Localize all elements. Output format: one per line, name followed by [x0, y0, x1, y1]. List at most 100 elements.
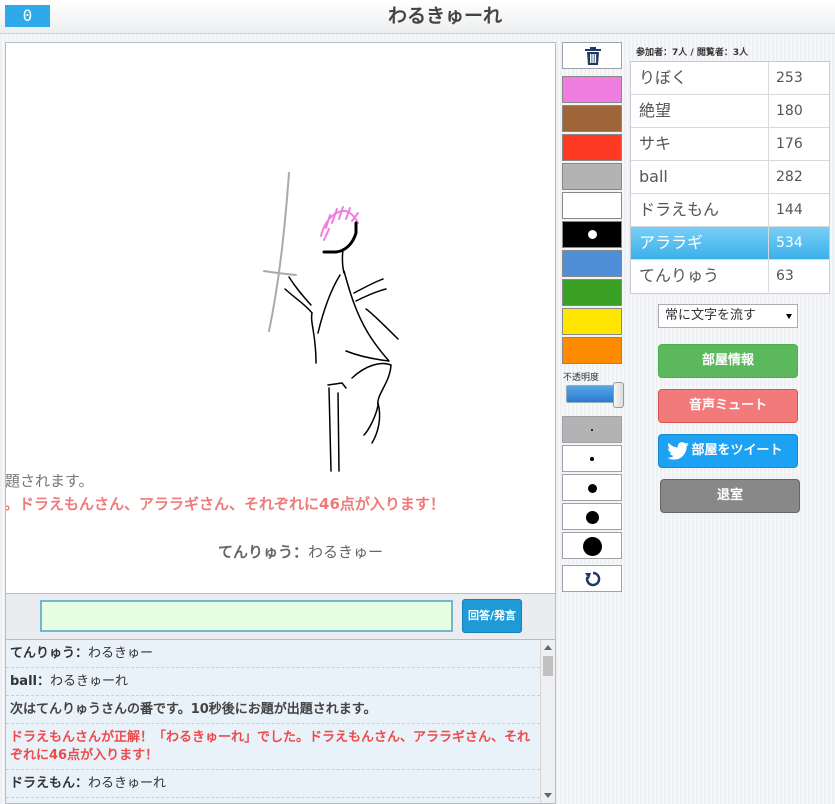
player-name: てんりゅう — [639, 266, 720, 285]
player-row: アララギ 534 — [631, 227, 829, 260]
player-name: りぼく — [639, 68, 688, 87]
stroke-body — [310, 270, 390, 364]
stroke-leg-right — [371, 402, 381, 444]
player-points: 282 — [768, 161, 830, 193]
answer-bar: 回答/発言 — [5, 594, 556, 640]
selected-indicator-icon — [588, 230, 597, 239]
player-name: 絶望 — [639, 101, 672, 120]
player-row: ball 282 — [631, 161, 829, 194]
brush-size-button[interactable] — [562, 416, 622, 443]
chat-log[interactable]: てんりゅう：わるきゅー ball：わるきゅーれ 次はてんりゅうさんの番です。10秒後… — [5, 640, 556, 804]
flowing-message-text: わるきゅー — [308, 543, 384, 561]
flowing-message-name: てんりゅう： — [218, 543, 309, 561]
stroke-gray-cross — [263, 270, 297, 276]
color-swatch[interactable] — [562, 337, 622, 364]
stroke-arm-left — [284, 276, 313, 314]
player-row: サキ 176 — [631, 128, 829, 161]
flowing-message-chat: てんりゅう：わるきゅー — [218, 541, 383, 562]
player-row: 絶望 180 — [631, 95, 829, 128]
answer-input[interactable] — [40, 600, 453, 632]
leave-room-button[interactable]: 退室 — [660, 479, 800, 513]
chat-message-text: わるきゅーれ — [88, 776, 167, 791]
participants-count: 参加者：7人 / 閲覧者：3人 — [636, 48, 749, 58]
chevron-down-icon — [786, 314, 792, 319]
stroke-skirt — [351, 362, 392, 436]
brush-size-button[interactable] — [562, 532, 622, 559]
color-swatch[interactable] — [562, 76, 622, 103]
brush-size-button[interactable] — [562, 474, 622, 501]
color-swatch[interactable] — [562, 192, 622, 219]
brush-dot-icon — [591, 429, 593, 431]
stroke-head — [322, 221, 358, 254]
player-points: 176 — [768, 128, 830, 160]
chat-list: てんりゅう：わるきゅー ball：わるきゅーれ 次はてんりゅうさんの番です。10秒後… — [6, 640, 555, 798]
stroke-gray-pole — [268, 172, 290, 332]
undo-button[interactable] — [562, 565, 622, 592]
color-swatch[interactable] — [562, 163, 622, 190]
color-swatch[interactable] — [562, 105, 622, 132]
tweet-room-button[interactable]: 部屋をツイート — [658, 434, 798, 468]
brush-size-button[interactable] — [562, 503, 622, 530]
text-scroll-select-value: 常に文字を流す — [665, 308, 757, 323]
color-swatch[interactable] — [562, 279, 622, 306]
player-name: サキ — [639, 134, 672, 153]
undo-icon — [585, 571, 601, 587]
chat-message-text: わるきゅーれ — [50, 674, 129, 689]
chat-message-author: ball： — [10, 674, 50, 689]
player-row: てんりゅう 63 — [631, 260, 829, 293]
stroke-neck — [341, 248, 345, 274]
player-row: ドラえもん 144 — [631, 194, 829, 227]
stroke-legs — [327, 382, 347, 472]
player-points: 534 — [768, 227, 830, 259]
color-swatch[interactable] — [562, 250, 622, 277]
drawing-canvas[interactable]: 題されます。 。ドラえもんさん、アララギさん、それぞれに46点が入ります！ てん… — [5, 42, 556, 594]
chat-message: てんりゅう：わるきゅー — [6, 640, 540, 668]
player-name: ball — [639, 167, 668, 186]
scroll-down-arrow-icon[interactable] — [544, 793, 552, 798]
chat-message-text: ドラえもんさんが正解！「わるきゅーれ」でした。ドラえもんさん、アララギさん、それ… — [10, 730, 531, 763]
twitter-bird-icon — [667, 442, 689, 460]
player-name: ドラえもん — [639, 200, 720, 219]
answer-submit-button[interactable]: 回答/発言 — [462, 599, 522, 633]
chat-message: ドラえもん：わるきゅーれ — [6, 770, 540, 798]
opacity-slider[interactable] — [566, 382, 624, 408]
brush-size-button[interactable] — [562, 445, 622, 472]
trash-icon — [585, 47, 601, 65]
color-swatch[interactable] — [562, 134, 622, 161]
chat-message-author: てんりゅう： — [10, 646, 89, 661]
scroll-up-arrow-icon[interactable] — [544, 645, 552, 650]
chat-scrollbar[interactable] — [540, 640, 555, 803]
brush-dot-icon — [585, 510, 599, 524]
opacity-slider-thumb[interactable] — [613, 382, 624, 408]
mute-button[interactable]: 音声ミュート — [658, 389, 798, 423]
chat-message-text: わるきゅー — [88, 646, 154, 661]
top-bar: 0 わるきゅーれ — [0, 0, 835, 34]
player-points: 63 — [768, 260, 830, 292]
scoreboard: りぼく 253 絶望 180 サキ 176 ball 282 ドラえもん 144 アララギ 534 てん… — [630, 61, 830, 294]
color-swatch[interactable] — [562, 308, 622, 335]
player-row: りぼく 253 — [631, 62, 829, 95]
stroke-arm-right — [353, 278, 399, 340]
chat-message-author: ドラえもん： — [10, 776, 89, 791]
brush-dot-icon — [587, 483, 597, 493]
chat-message-text: 次はてんりゅうさんの番です。10秒後にお題が出題されます。 — [10, 702, 377, 717]
brush-dot-icon — [590, 457, 594, 461]
brush-dot-icon — [582, 536, 602, 556]
flowing-message-correct: 。ドラえもんさん、アララギさん、それぞれに46点が入ります！ — [5, 495, 445, 513]
player-points: 253 — [768, 62, 830, 94]
tweet-room-label: 部屋をツイート — [691, 443, 783, 458]
color-swatch[interactable] — [562, 221, 622, 248]
player-name: アララギ — [639, 233, 704, 252]
stroke-pink-hair — [320, 206, 359, 241]
flowing-message: 題されます。 — [5, 472, 94, 490]
room-info-button[interactable]: 部屋情報 — [658, 344, 798, 378]
chat-message: ball：わるきゅーれ — [6, 668, 540, 696]
scroll-thumb[interactable] — [543, 656, 553, 676]
page-title: わるきゅーれ — [387, 5, 502, 27]
opacity-label: 不透明度 — [563, 373, 600, 383]
chat-message: ドラえもんさんが正解！「わるきゅーれ」でした。ドラえもんさん、アララギさん、それ… — [6, 724, 540, 770]
text-scroll-select[interactable]: 常に文字を流す — [658, 304, 798, 328]
player-points: 180 — [768, 95, 830, 127]
clear-canvas-button[interactable] — [562, 42, 622, 69]
player-points: 144 — [768, 194, 830, 226]
